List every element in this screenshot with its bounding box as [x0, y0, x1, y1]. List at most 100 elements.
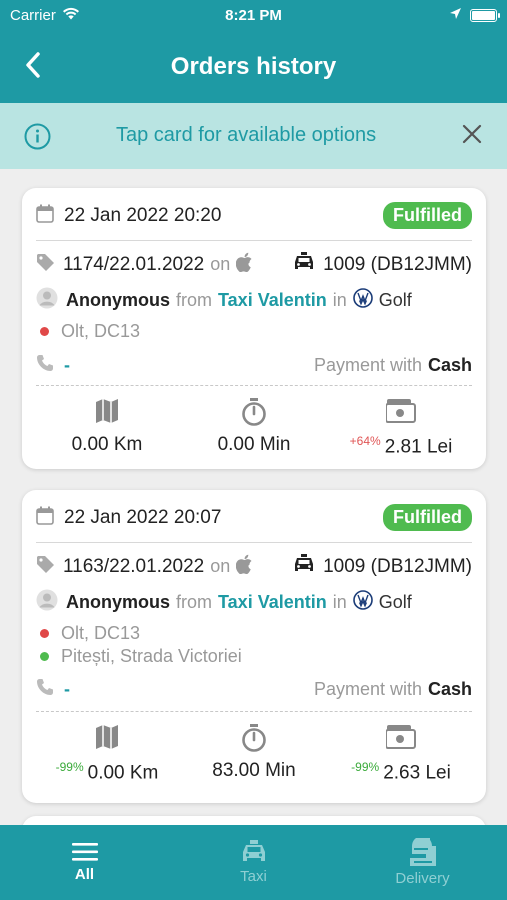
- vehicle-model: Golf: [378, 290, 412, 310]
- from-label: from: [176, 290, 213, 310]
- price-stat: -99% 2.63 Lei: [326, 724, 476, 784]
- duration-stat: 0.00 Min: [179, 398, 329, 456]
- payment-method: Cash: [427, 679, 472, 699]
- calendar-icon: [36, 204, 54, 228]
- carrier-label: Carrier: [10, 6, 56, 24]
- price-value: 2.81 Lei: [384, 436, 453, 458]
- taxi-car-icon: [293, 554, 315, 579]
- pickup-row: Olt, DC13: [36, 321, 472, 342]
- tab-delivery-label: Delivery: [395, 870, 450, 887]
- order-card[interactable]: 22 Jan 2022 20:07 Fulfilled 1163/22.01.2…: [22, 490, 486, 803]
- customer-row: Anonymous from Taxi Valentin in Golf: [36, 287, 472, 314]
- tab-taxi[interactable]: Taxi: [169, 825, 338, 900]
- status-badge: Fulfilled: [383, 202, 472, 229]
- customer-name: Anonymous: [66, 290, 171, 310]
- location-arrow-icon: [449, 7, 462, 24]
- info-banner: Tap card for available options: [0, 103, 507, 169]
- map-icon: [32, 398, 182, 428]
- dashed-divider: [36, 711, 472, 712]
- vw-logo-icon: [352, 288, 373, 313]
- distance-stat: 0.00 Km: [32, 398, 182, 456]
- order-id: 1163/22.01.2022: [63, 555, 205, 577]
- apple-icon: [236, 554, 253, 579]
- pickup-dot: [40, 629, 49, 638]
- dashed-divider: [36, 385, 472, 386]
- customer-row: Anonymous from Taxi Valentin in Golf: [36, 589, 472, 616]
- distance-value: 0.00 Km: [71, 434, 143, 455]
- in-label: in: [332, 290, 347, 310]
- phone-icon: [36, 678, 54, 701]
- customer-name: Anonymous: [66, 592, 171, 612]
- duration-value: 0.00 Min: [217, 434, 291, 455]
- company-name: Taxi Valentin: [218, 592, 327, 612]
- on-label: on: [210, 254, 231, 274]
- delivery-icon: [409, 838, 436, 866]
- payment-prefix: Payment with: [313, 679, 422, 699]
- dropoff-row: Pitești, Strada Victoriei: [36, 646, 472, 667]
- taxi-icon: [242, 840, 265, 861]
- battery-icon: [470, 8, 500, 22]
- back-button[interactable]: [18, 50, 48, 80]
- cash-icon: [326, 724, 476, 754]
- status-badge: Fulfilled: [383, 504, 472, 531]
- apple-icon: [236, 252, 253, 277]
- avatar-icon: [36, 589, 58, 616]
- phone-payment-row: - Payment with Cash: [36, 354, 472, 377]
- status-right: [449, 7, 500, 24]
- stopwatch-icon: [179, 398, 329, 428]
- distance-stat: -99% 0.00 Km: [32, 724, 182, 784]
- calendar-icon: [36, 506, 54, 530]
- pickup-address: Olt, DC13: [61, 321, 141, 341]
- distance-change-percent: -99%: [55, 760, 84, 774]
- tag-icon: [36, 555, 55, 579]
- phone-value: -: [64, 679, 70, 699]
- banner-text: Tap card for available options: [116, 124, 377, 146]
- stopwatch-icon: [179, 724, 329, 754]
- phone-value: -: [64, 355, 70, 375]
- wifi-icon: [62, 7, 80, 24]
- duration-value: 83.00 Min: [212, 760, 296, 781]
- vehicle-model: Golf: [378, 592, 412, 612]
- car-plate: 1009 (DB12JMM): [323, 555, 472, 577]
- tab-all[interactable]: All: [0, 825, 169, 900]
- distance-value: 0.00 Km: [87, 762, 159, 784]
- price-value: 2.63 Lei: [383, 762, 451, 784]
- pickup-dot: [40, 327, 49, 336]
- tab-bar: All Taxi Delivery: [0, 825, 507, 900]
- status-left: Carrier: [10, 7, 80, 24]
- map-icon: [32, 724, 182, 754]
- tab-delivery[interactable]: Delivery: [338, 825, 507, 900]
- price-stat: +64% 2.81 Lei: [326, 398, 476, 458]
- in-label: in: [332, 592, 347, 612]
- divider: [36, 542, 472, 543]
- info-icon: [24, 123, 51, 155]
- status-bar: Carrier 8:21 PM: [0, 0, 507, 30]
- payment-prefix: Payment with: [313, 355, 422, 375]
- phone-icon: [36, 354, 54, 377]
- tab-taxi-label: Taxi: [240, 868, 267, 885]
- tab-all-label: All: [74, 866, 95, 883]
- duration-stat: 83.00 Min: [179, 724, 329, 782]
- close-icon: [462, 124, 482, 144]
- taxi-car-icon: [293, 252, 315, 277]
- tag-icon: [36, 253, 55, 277]
- cash-icon: [326, 398, 476, 428]
- on-label: on: [210, 556, 231, 576]
- chevron-left-icon: [26, 52, 40, 78]
- avatar-icon: [36, 287, 58, 314]
- from-label: from: [176, 592, 213, 612]
- order-card[interactable]: 22 Jan 2022 20:20 Fulfilled 1174/22.01.2…: [22, 188, 486, 469]
- price-change-percent: -99%: [351, 760, 380, 774]
- order-id: 1174/22.01.2022: [63, 253, 205, 275]
- dropoff-dot: [40, 652, 49, 661]
- pickup-row: Olt, DC13: [36, 623, 472, 644]
- payment-method: Cash: [427, 355, 472, 375]
- close-banner-button[interactable]: [461, 123, 483, 150]
- order-id-row: 1174/22.01.2022 on 1009 (DB12JMM): [36, 252, 472, 277]
- price-change-percent: +64%: [349, 434, 381, 448]
- divider: [36, 240, 472, 241]
- page-title: Orders history: [170, 52, 337, 80]
- pickup-address: Olt, DC13: [61, 623, 141, 643]
- order-date: 22 Jan 2022 20:20: [64, 205, 222, 226]
- order-id-row: 1163/22.01.2022 on 1009 (DB12JMM): [36, 554, 472, 579]
